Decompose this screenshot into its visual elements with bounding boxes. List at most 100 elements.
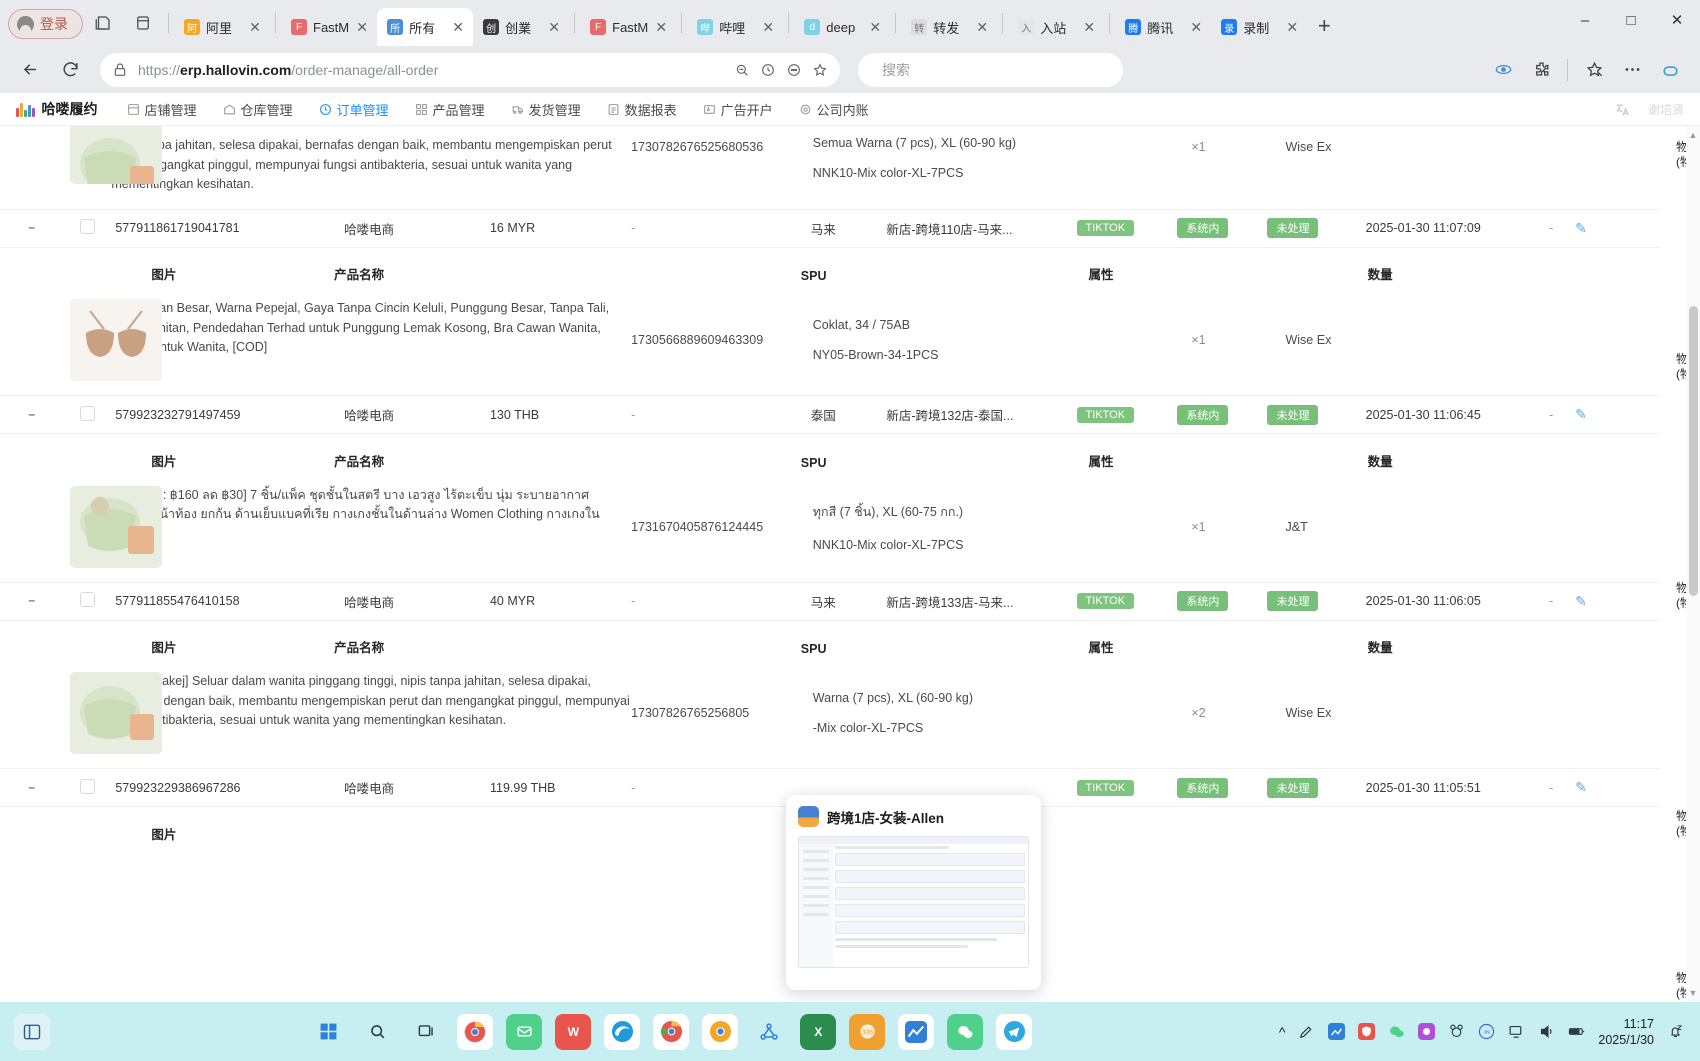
scroll-up-arrow-icon[interactable]: ▲ xyxy=(1687,128,1699,142)
zoom-out-icon[interactable] xyxy=(734,62,750,78)
tab-close-icon[interactable]: ✕ xyxy=(654,19,668,36)
address-bar[interactable]: https://erp.hallovin.com/order-manage/al… xyxy=(100,52,840,87)
nav-item-product[interactable]: 产品管理 xyxy=(402,93,498,126)
browser-tab[interactable]: d deep ✕ xyxy=(794,8,890,46)
product-image[interactable] xyxy=(69,126,162,185)
browser-tab[interactable]: 录 录制 ✕ xyxy=(1211,8,1307,46)
task-view-icon[interactable] xyxy=(408,1014,444,1050)
vertical-tabs-icon[interactable] xyxy=(128,8,158,38)
start-icon[interactable] xyxy=(310,1014,346,1050)
nav-item-warehouse[interactable]: 仓库管理 xyxy=(210,93,306,126)
nav-item-shipping[interactable]: 发货管理 xyxy=(498,93,594,126)
excel-icon[interactable]: X xyxy=(800,1013,837,1050)
wechat-icon[interactable] xyxy=(947,1013,984,1050)
order-id[interactable]: 577911855476410158 xyxy=(111,581,335,621)
row-checkbox[interactable] xyxy=(80,778,95,794)
browser-tab-active[interactable]: 所 所有 ✕ xyxy=(377,8,474,46)
taskbar-clock[interactable]: 11:17 2025/1/30 xyxy=(1598,1016,1654,1048)
row-expander-icon[interactable]: − xyxy=(0,768,64,807)
bookmark-star-icon[interactable] xyxy=(812,62,828,78)
back-icon[interactable] xyxy=(12,52,48,88)
nav-item-order[interactable]: 订单管理 xyxy=(306,93,402,126)
row-expander-icon[interactable]: − xyxy=(0,208,64,248)
chevron-up-icon[interactable]: ^ xyxy=(1279,1024,1286,1040)
edit-icon[interactable]: ✎ xyxy=(1575,220,1587,236)
row-checkbox[interactable] xyxy=(80,592,95,607)
tab-close-icon[interactable]: ✕ xyxy=(975,19,989,36)
favorites-icon[interactable] xyxy=(1576,52,1612,88)
wps-icon[interactable]: W xyxy=(555,1013,592,1050)
bear-tray-icon[interactable] xyxy=(1448,1023,1465,1040)
row-checkbox[interactable] xyxy=(80,219,95,234)
search-input[interactable]: 搜索 xyxy=(858,52,1123,95)
collections-icon[interactable] xyxy=(88,8,118,38)
close-window-button[interactable]: ✕ xyxy=(1654,0,1700,40)
notification-preview-image[interactable] xyxy=(798,836,1029,968)
battery-icon[interactable] xyxy=(1568,1023,1585,1040)
order-summary-row[interactable]: − 577911855476410158 哈喽电商 40 MYR - 马来 新店… xyxy=(0,581,1660,621)
scroll-down-arrow-icon[interactable]: ▼ xyxy=(1687,986,1699,1000)
row-checkbox[interactable] xyxy=(80,405,95,421)
tab-close-icon[interactable]: ✕ xyxy=(451,19,465,36)
nav-item-account[interactable]: 公司内账 xyxy=(786,93,882,126)
app-logo[interactable]: 哈喽履约 xyxy=(16,99,98,119)
tab-close-icon[interactable]: ✕ xyxy=(547,19,561,36)
monitor-icon[interactable] xyxy=(1508,1023,1525,1040)
history-icon[interactable] xyxy=(760,62,776,78)
bell-dnd-icon[interactable] xyxy=(1667,1023,1684,1040)
mail-icon[interactable] xyxy=(506,1013,543,1050)
extensions-icon[interactable] xyxy=(1523,52,1559,88)
volume-icon[interactable] xyxy=(1538,1023,1555,1040)
order-summary-row[interactable]: − 579923232791497459 哈喽电商 130 THB - 泰国 新… xyxy=(0,395,1660,434)
blue-tray-icon[interactable]: JN xyxy=(1478,1023,1495,1040)
minimize-button[interactable]: – xyxy=(1562,0,1608,40)
tab-close-icon[interactable]: ✕ xyxy=(248,19,262,36)
product-image[interactable] xyxy=(69,672,162,754)
tab-close-icon[interactable]: ✕ xyxy=(1285,19,1299,36)
nav-item-ad[interactable]: 广告开户 xyxy=(690,93,786,126)
tab-close-icon[interactable]: ✕ xyxy=(1082,19,1096,36)
more-actions-icon[interactable] xyxy=(786,62,802,78)
row-expander-icon[interactable]: − xyxy=(0,395,64,434)
order-id[interactable]: 577911861719041781 xyxy=(111,208,335,248)
tab-close-icon[interactable]: ✕ xyxy=(868,19,882,36)
vertical-scrollbar[interactable]: ▲ ▼ xyxy=(1686,126,1700,1002)
profile-login-button[interactable]: 登录 xyxy=(8,9,83,39)
chrome3-icon[interactable] xyxy=(702,1013,739,1050)
new-tab-button[interactable]: + xyxy=(1307,9,1341,43)
tray-app-icon[interactable] xyxy=(1328,1023,1346,1040)
telegram-icon[interactable] xyxy=(996,1013,1033,1050)
order-id[interactable]: 579923232791497459 xyxy=(111,395,335,434)
taskbar-search-icon[interactable] xyxy=(359,1014,395,1050)
wechat-tray-icon[interactable] xyxy=(1388,1023,1405,1040)
analytics-icon[interactable] xyxy=(898,1013,935,1050)
chrome2-icon[interactable] xyxy=(653,1013,690,1050)
browser-tab[interactable]: 创 创業 ✕ xyxy=(473,8,569,46)
browser-tab[interactable]: 腾 腾讯 ✕ xyxy=(1115,8,1211,46)
scrollbar-thumb[interactable] xyxy=(1689,306,1698,596)
tab-close-icon[interactable]: ✕ xyxy=(761,19,775,36)
nav-item-report[interactable]: 数据报表 xyxy=(594,93,690,126)
shield-icon[interactable] xyxy=(1358,1023,1376,1040)
row-expander-icon[interactable]: − xyxy=(0,581,64,621)
browser-tab[interactable]: 哔 哔哩 ✕ xyxy=(687,8,783,46)
edit-icon[interactable]: ✎ xyxy=(1575,779,1587,795)
edge-icon[interactable] xyxy=(604,1013,641,1050)
tab-close-icon[interactable]: ✕ xyxy=(1189,19,1203,36)
user-name-label[interactable]: 谢培贤 xyxy=(1648,101,1684,118)
network-icon[interactable] xyxy=(751,1014,787,1050)
reload-icon[interactable] xyxy=(52,52,88,88)
translate-icon[interactable] xyxy=(1615,102,1630,117)
order-id[interactable]: 579923229386967286 xyxy=(111,768,335,807)
purple-tray-icon[interactable] xyxy=(1418,1023,1436,1040)
edit-icon[interactable]: ✎ xyxy=(1575,406,1587,422)
chrome-icon[interactable] xyxy=(457,1013,494,1050)
product-image[interactable] xyxy=(69,299,162,381)
product-image[interactable] xyxy=(69,485,162,568)
pen-icon[interactable] xyxy=(1298,1023,1315,1040)
nav-item-shop[interactable]: 店铺管理 xyxy=(114,93,210,126)
copilot-icon[interactable] xyxy=(1652,52,1688,88)
widgets-icon[interactable] xyxy=(14,1013,50,1050)
notification-popup[interactable]: 跨境1店-女装-Allen xyxy=(786,795,1041,990)
edit-icon[interactable]: ✎ xyxy=(1575,593,1587,609)
